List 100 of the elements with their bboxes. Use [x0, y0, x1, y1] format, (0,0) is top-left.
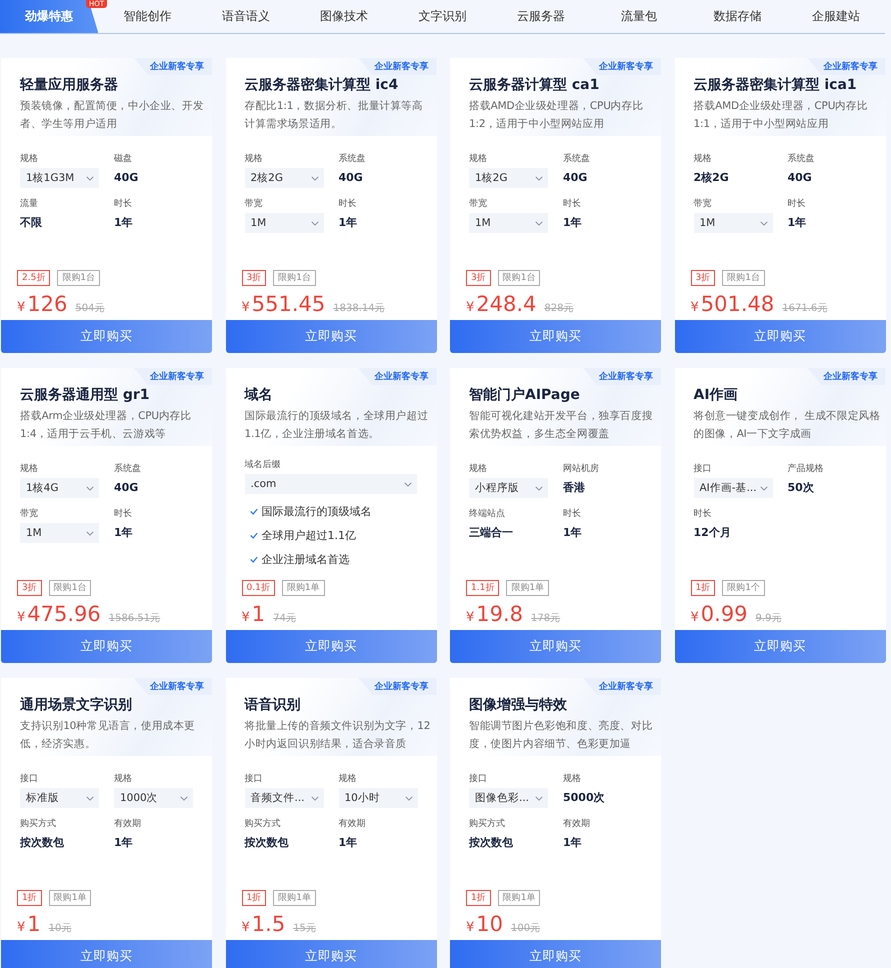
field-value: 40G	[114, 480, 140, 496]
product-description: 存配比1:1，数据分析、批量计算等高计算需求场景适用。	[244, 99, 424, 132]
field-label: 规格	[20, 463, 39, 475]
product-description: 支持识别10种常见语言，使用成本更低，经济实惠。	[20, 719, 196, 752]
category-tab[interactable]: 企服建站	[786, 0, 885, 33]
field-label: 规格	[469, 463, 488, 475]
category-tab[interactable]: 数据存储	[688, 0, 787, 33]
currency-sign: ¥	[242, 920, 250, 935]
dropdown[interactable]: AI作画-基...	[694, 478, 772, 498]
buy-button[interactable]: 立即购买	[226, 630, 436, 663]
field-value: 1年	[563, 835, 583, 851]
field-value: 40G	[338, 170, 364, 186]
category-tab[interactable]: 云服务器	[492, 0, 590, 33]
category-tab[interactable]: 文字识别	[393, 0, 492, 33]
dropdown[interactable]: 小程序版	[469, 478, 548, 498]
field-label: 时长	[338, 198, 358, 210]
field-label: 有效期	[338, 818, 366, 830]
promo-tag: 企业新客专享	[583, 58, 661, 75]
chevron-down-icon	[310, 176, 318, 180]
dropdown[interactable]: 10小时	[338, 788, 418, 808]
dropdown[interactable]: 1M	[694, 213, 772, 233]
original-price: 1838.14元	[333, 302, 385, 315]
chevron-down-icon	[535, 176, 543, 180]
limit-tag: 限购1台	[498, 270, 540, 286]
feature-text: 企业注册域名首选	[262, 552, 350, 567]
field-value: 2核2G	[694, 170, 730, 186]
chevron-down-icon	[310, 796, 318, 800]
field-label: 产品规格	[788, 463, 824, 475]
discount-tag: 1折	[242, 890, 266, 906]
dropdown[interactable]: 1M	[244, 213, 324, 233]
field-label: 时长	[114, 198, 133, 210]
category-tab[interactable]: 流量包	[590, 0, 688, 33]
product-description: 智能调节图片色彩饱和度、亮度、对比度，使图片内容细节、色彩更加逼	[469, 719, 654, 752]
buy-button[interactable]: 立即购买	[1, 940, 212, 968]
limit-tag: 限购1单	[506, 580, 550, 596]
buy-button[interactable]: 立即购买	[674, 320, 886, 353]
field-label: 流量	[20, 198, 39, 210]
field-label: 时长	[694, 508, 712, 520]
field-value: 40G	[114, 170, 140, 186]
field-value: 40G	[788, 170, 813, 186]
dropdown[interactable]: .com	[244, 474, 416, 494]
currency-sign: ¥	[466, 610, 474, 625]
buy-button[interactable]: 立即购买	[226, 320, 436, 353]
field-label: 带宽	[694, 198, 712, 210]
buy-button[interactable]: 立即购买	[450, 320, 661, 353]
buy-button[interactable]: 立即购买	[450, 630, 661, 663]
limit-tag: 限购1单	[498, 890, 540, 906]
product-title: 图像增强与特效	[469, 696, 568, 714]
product-title: 云服务器计算型 ca1	[469, 76, 600, 94]
product-description: 搭载AMD企业级处理器，CPU内存比1:2，适用于中小型网站应用	[469, 99, 644, 132]
original-price: 74元	[273, 612, 296, 625]
product-description: 智能可视化建站开发平台，独享百度搜索优势权益，多生态全网覆盖	[469, 409, 654, 442]
buy-button[interactable]: 立即购买	[674, 630, 886, 663]
original-price: 828元	[544, 302, 574, 315]
price: 126	[27, 292, 68, 316]
field-label: 接口	[244, 773, 264, 785]
check-icon	[250, 556, 258, 563]
discount-tag: 3折	[690, 270, 716, 286]
dropdown[interactable]: 2核2G	[244, 168, 324, 188]
category-tab[interactable]: 图像技术	[294, 0, 394, 33]
dropdown[interactable]: 1核4G	[20, 478, 99, 498]
dropdown[interactable]: 1核1G3M	[20, 168, 99, 188]
buy-button[interactable]: 立即购买	[450, 940, 661, 968]
product-title: 语音识别	[244, 696, 302, 714]
dropdown[interactable]: 1M	[20, 523, 99, 543]
field-label: 带宽	[469, 198, 488, 210]
dropdown[interactable]: 标准版	[20, 788, 99, 808]
product-title: 通用场景文字识别	[20, 696, 133, 714]
dropdown[interactable]: 1核2G	[469, 168, 548, 188]
promo-tag: 企业新客专享	[583, 368, 661, 385]
product-title: 智能门户AIPage	[469, 386, 581, 404]
dropdown[interactable]: 1M	[469, 213, 548, 233]
dropdown[interactable]: 音频文件...	[244, 788, 324, 808]
category-tab[interactable]: 语音语义	[196, 0, 295, 33]
field-label: 规格	[20, 153, 39, 165]
discount-tag: 1折	[466, 890, 491, 906]
buy-button[interactable]: 立即购买	[1, 320, 212, 353]
dropdown[interactable]: 1000次	[114, 788, 193, 808]
dropdown[interactable]: 图像色彩...	[469, 788, 548, 808]
original-price: 9.9元	[756, 612, 782, 625]
currency-sign: ¥	[690, 300, 699, 315]
price: 1	[252, 602, 266, 626]
field-label: 规格	[244, 153, 264, 165]
discount-tag: 1折	[690, 580, 716, 596]
buy-button[interactable]: 立即购买	[226, 940, 436, 968]
product-title: 云服务器密集计算型 ica1	[694, 76, 858, 94]
field-label: 接口	[469, 773, 488, 785]
original-price: 504元	[75, 302, 104, 315]
product-description: 搭载Arm企业级处理器，CPU内存比1:4，适用于云手机、云游戏等	[20, 409, 192, 442]
field-value: 1年	[114, 215, 134, 231]
buy-button[interactable]: 立即购买	[1, 630, 212, 663]
product-description: 将创意一键变成创作， 生成不限定风格的图像，AI一下文字成画	[694, 409, 882, 442]
field-value: 按次数包	[20, 835, 65, 851]
discount-tag: 2.5折	[17, 270, 50, 286]
field-label: 磁盘	[114, 153, 133, 165]
field-value: 50次	[788, 480, 815, 496]
field-label: 规格	[469, 153, 488, 165]
promo-tag: 企业新客专享	[358, 368, 436, 385]
limit-tag: 限购1台	[722, 270, 765, 286]
field-value: 1年	[114, 835, 134, 851]
